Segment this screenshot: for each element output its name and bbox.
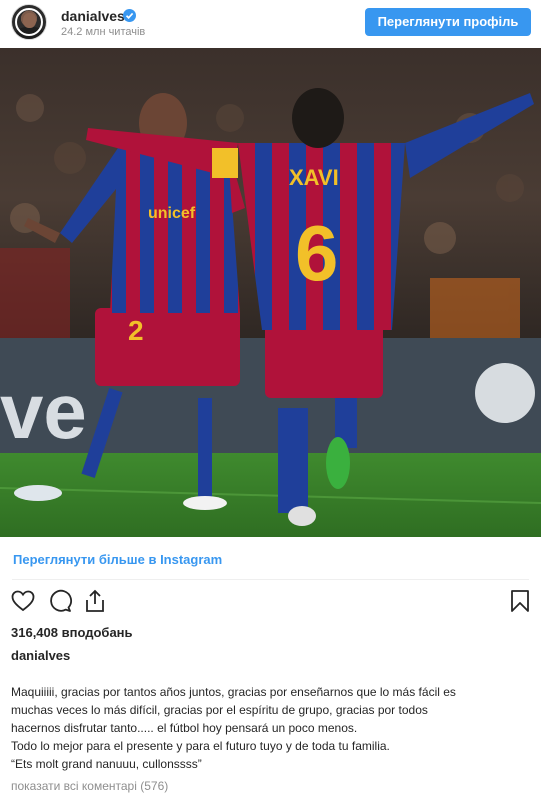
player-right-number: 6 bbox=[295, 209, 338, 297]
view-all-comments-link[interactable]: показати всі коментарі (576) bbox=[11, 779, 168, 793]
username-link[interactable]: danialves bbox=[61, 8, 125, 24]
post-caption: Maquiiiii, gracias por tantos años junto… bbox=[11, 683, 536, 773]
heart-icon[interactable] bbox=[10, 588, 36, 614]
divider bbox=[12, 579, 529, 580]
view-more-on-instagram-link[interactable]: Переглянути більше в Instagram bbox=[13, 552, 222, 567]
caption-line: Maquiiiii, gracias por tantos años junto… bbox=[11, 685, 456, 699]
instagram-embed-card: danialves 24.2 млн читачів Переглянути п… bbox=[0, 0, 541, 800]
avatar[interactable] bbox=[11, 4, 47, 40]
view-profile-button[interactable]: Переглянути профіль bbox=[365, 8, 531, 36]
board-text: ve bbox=[0, 367, 87, 455]
caption-line: muchas veces lo más difícil, gracias por… bbox=[11, 703, 428, 717]
bookmark-icon[interactable] bbox=[507, 588, 533, 614]
sponsor-text: unicef bbox=[148, 205, 196, 222]
like-count[interactable]: 316,408 вподобань bbox=[11, 625, 133, 640]
player-left-number: 2 bbox=[128, 315, 144, 346]
caption-line: hacernos disfrutar tanto..... el fútbol … bbox=[11, 721, 358, 735]
comment-icon[interactable] bbox=[47, 588, 73, 614]
share-icon[interactable] bbox=[82, 588, 108, 614]
caption-line: Todo lo mejor para el presente y para el… bbox=[11, 739, 390, 753]
action-bar bbox=[0, 588, 541, 616]
caption-line: “Ets molt grand nanuuu, cullonssss” bbox=[11, 757, 202, 771]
post-header: danialves 24.2 млн читачів Переглянути п… bbox=[0, 0, 541, 45]
verified-badge-icon bbox=[123, 9, 136, 22]
caption-username-link[interactable]: danialves bbox=[11, 648, 70, 663]
player-right-name: XAVI bbox=[289, 165, 339, 190]
follower-count: 24.2 млн читачів bbox=[61, 26, 146, 38]
post-photo[interactable]: ve unicef 2 XAVI 6 bbox=[0, 48, 541, 537]
